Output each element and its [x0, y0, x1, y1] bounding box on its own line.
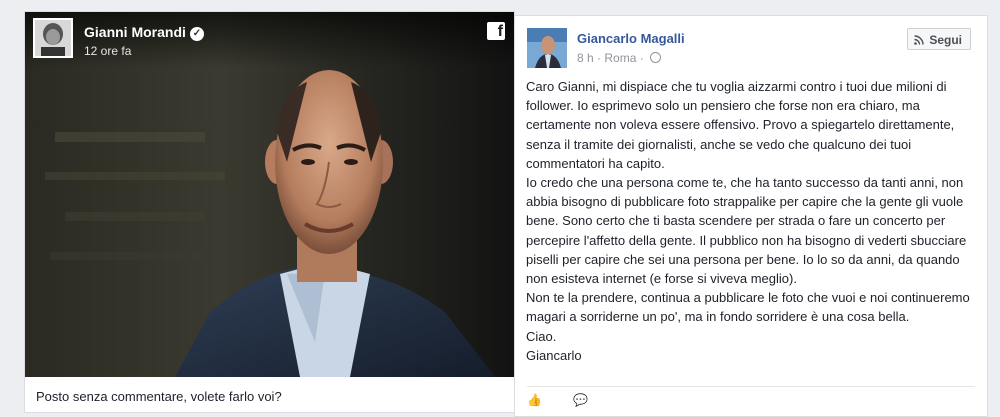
facebook-logo-icon[interactable]: f	[487, 22, 505, 40]
author-avatar[interactable]	[33, 18, 73, 58]
comment-icon[interactable]: 💬	[573, 393, 588, 407]
post-actions-bar: 👍 💬	[527, 393, 616, 407]
verified-check-icon: ✓	[189, 27, 204, 41]
post-author-name[interactable]: Gianni Morandi ✓	[84, 24, 204, 41]
rss-icon	[914, 30, 925, 45]
follow-label: Segui	[929, 33, 962, 47]
post-location[interactable]: Roma	[604, 51, 636, 65]
author-avatar[interactable]	[527, 28, 567, 68]
post-caption: Posto senza commentare, volete farlo voi…	[36, 389, 282, 404]
meta-separator: ·	[639, 51, 644, 65]
post-time[interactable]: 8 h	[577, 51, 594, 65]
post-timestamp[interactable]: 12 ore fa	[84, 44, 131, 58]
right-post-card: Giancarlo Magalli 8 h · Roma · Segui Car…	[514, 15, 988, 417]
post-body-text: Caro Gianni, mi dispiace che tu voglia a…	[526, 79, 970, 363]
like-icon[interactable]: 👍	[527, 393, 542, 407]
meta-separator: ·	[597, 51, 602, 65]
actions-divider	[527, 386, 975, 387]
post-meta: 8 h · Roma ·	[577, 51, 662, 65]
post-author-name[interactable]: Giancarlo Magalli	[577, 31, 685, 46]
globe-icon	[650, 52, 662, 63]
follow-button[interactable]: Segui	[907, 28, 971, 50]
post-photo[interactable]: Gianni Morandi ✓ 12 ore fa f	[25, 12, 514, 377]
avatar-image	[35, 20, 71, 56]
left-post-card: Gianni Morandi ✓ 12 ore fa f Posto senza …	[24, 11, 515, 413]
author-name-text: Gianni Morandi	[84, 24, 186, 40]
avatar-image	[527, 28, 567, 68]
